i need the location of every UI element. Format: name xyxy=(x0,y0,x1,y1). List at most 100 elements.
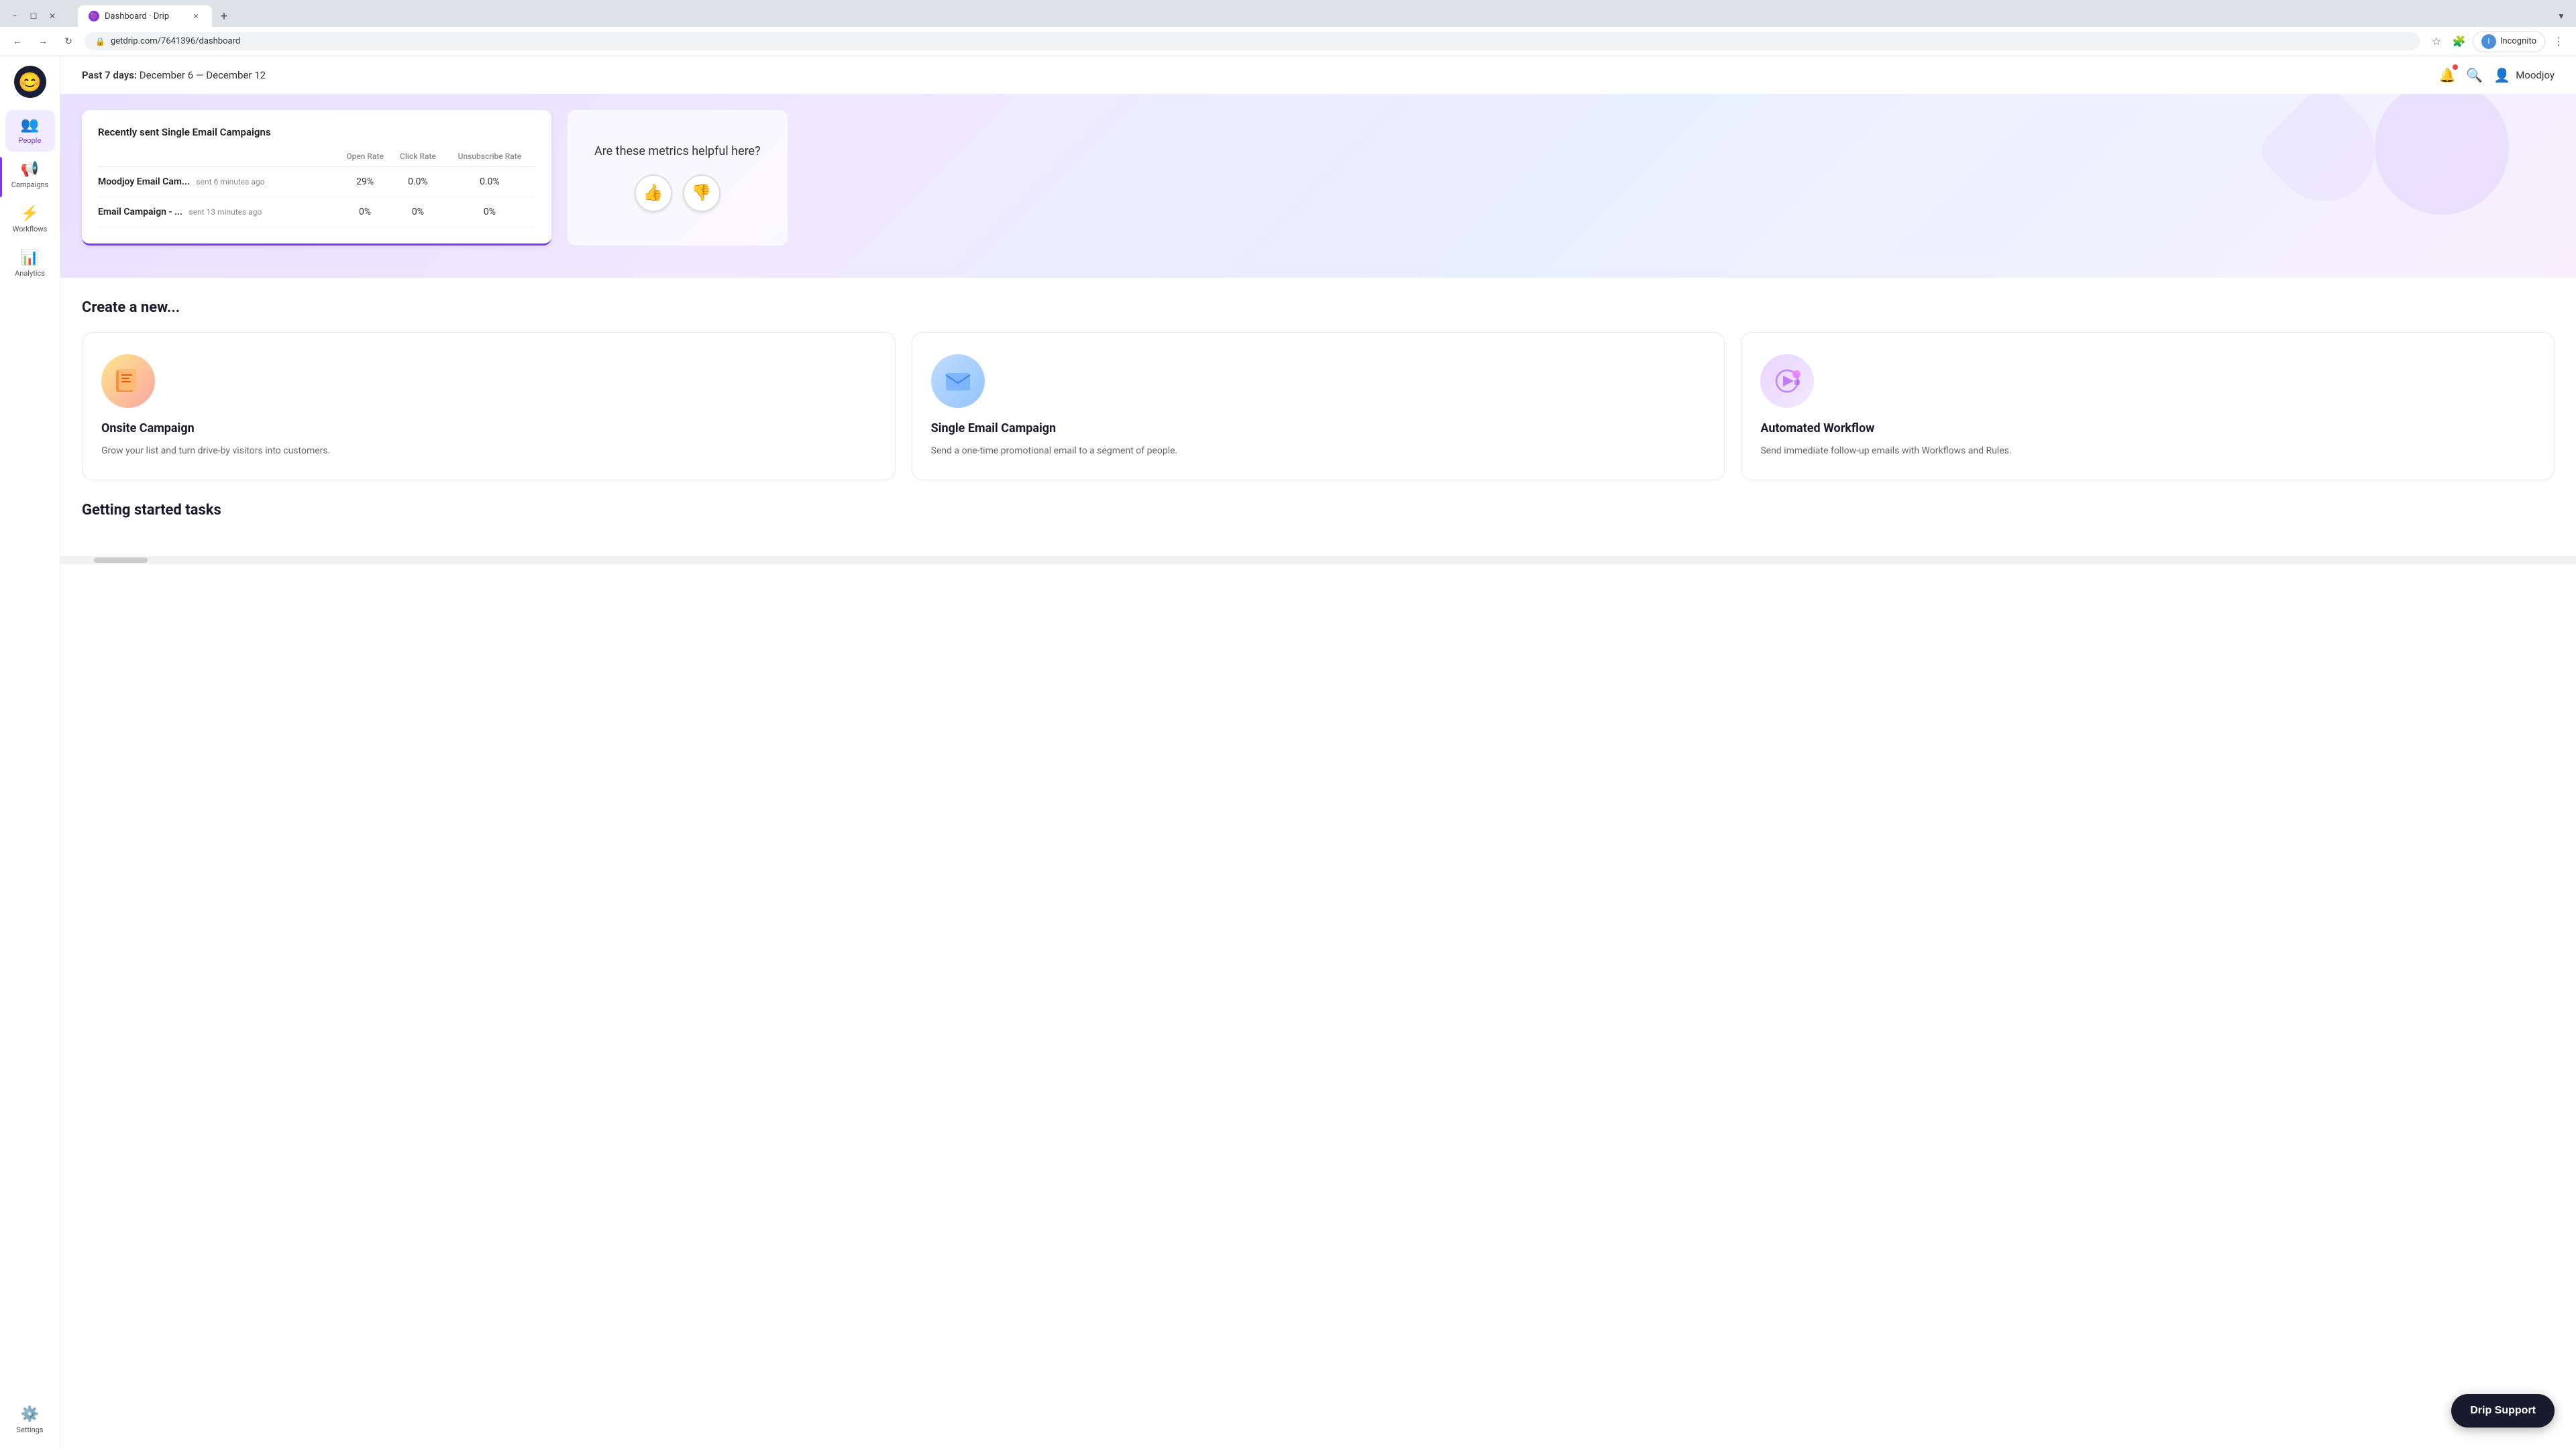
search-button[interactable]: 🔍 xyxy=(2466,67,2483,83)
onsite-title: Onsite Campaign xyxy=(101,421,876,435)
hero-area: Recently sent Single Email Campaigns Ope… xyxy=(60,94,2576,278)
automated-workflow-icon xyxy=(1760,354,1814,408)
top-actions: 🔔 🔍 👤 Moodjoy xyxy=(2438,67,2555,83)
main-content: Past 7 days: December 6 — December 12 🔔 … xyxy=(60,56,2576,1449)
back-button[interactable]: ← xyxy=(8,32,27,51)
open-rate-cell: 0% xyxy=(338,197,392,227)
table-row[interactable]: Moodjoy Email Cam... sent 6 minutes ago … xyxy=(98,167,535,197)
feedback-card: Are these metrics helpful here? 👍 👎 xyxy=(568,110,788,246)
create-card-onsite[interactable]: Onsite Campaign Grow your list and turn … xyxy=(82,332,896,480)
top-bar: Past 7 days: December 6 — December 12 🔔 … xyxy=(60,56,2576,94)
user-menu[interactable]: 👤 Moodjoy xyxy=(2493,67,2555,83)
logo-icon: 😊 xyxy=(14,66,46,98)
table-row[interactable]: Email Campaign - ... sent 13 minutes ago… xyxy=(98,197,535,227)
settings-icon: ⚙️ xyxy=(21,1406,39,1423)
single-email-description: Send a one-time promotional email to a s… xyxy=(931,443,1706,458)
sidebar-item-label-people: People xyxy=(19,136,42,145)
single-email-icon xyxy=(931,354,985,408)
close-button[interactable]: ✕ xyxy=(46,9,59,23)
browser-actions: ☆ 🧩 I Incognito ⋮ xyxy=(2427,31,2568,52)
col-header-click-rate: Click Rate xyxy=(392,152,444,167)
unsub-rate-cell: 0% xyxy=(444,197,535,227)
campaigns-card-title: Recently sent Single Email Campaigns xyxy=(98,126,535,138)
create-card-automated-workflow[interactable]: Automated Workflow Send immediate follow… xyxy=(1741,332,2555,480)
click-rate-cell: 0% xyxy=(392,197,444,227)
notification-button[interactable]: 🔔 xyxy=(2438,67,2455,83)
extensions-button[interactable]: 🧩 xyxy=(2450,32,2469,51)
user-icon: 👤 xyxy=(2493,67,2510,83)
drip-support-button[interactable]: Drip Support xyxy=(2451,1394,2555,1428)
sidebar-item-label-workflows: Workflows xyxy=(13,225,48,233)
address-bar[interactable]: 🔒 getdrip.com/7641396/dashboard xyxy=(85,32,2420,50)
lock-icon: 🔒 xyxy=(95,37,105,46)
menu-button[interactable]: ⋮ xyxy=(2549,32,2568,51)
reload-button[interactable]: ↻ xyxy=(59,32,78,51)
sidebar: 😊 👥 People 📢 Campaigns ⚡ Workflows 📊 Ana… xyxy=(0,56,60,1449)
campaign-name: Email Campaign - ... xyxy=(98,207,182,217)
workflows-icon: ⚡ xyxy=(21,205,39,222)
sidebar-item-settings[interactable]: ⚙️ Settings xyxy=(5,1399,55,1441)
getting-started-section: Getting started tasks xyxy=(60,502,2576,556)
maximize-button[interactable]: ☐ xyxy=(27,9,40,23)
avatar: I xyxy=(2481,34,2496,49)
tab-bar: 🟣 Dashboard · Drip ✕ + xyxy=(70,5,2544,27)
bookmark-button[interactable]: ☆ xyxy=(2427,32,2446,51)
app-container: 😊 👥 People 📢 Campaigns ⚡ Workflows 📊 Ana… xyxy=(0,56,2576,1449)
create-section-title: Create a new... xyxy=(82,299,2555,316)
people-icon: 👥 xyxy=(21,117,39,133)
new-tab-button[interactable]: + xyxy=(215,7,233,25)
sidebar-item-people[interactable]: 👥 People xyxy=(5,110,55,152)
create-card-single-email[interactable]: Single Email Campaign Send a one-time pr… xyxy=(912,332,1725,480)
scroll-thumb[interactable] xyxy=(94,557,148,563)
automated-workflow-description: Send immediate follow-up emails with Wor… xyxy=(1760,443,2535,458)
title-bar: − ☐ ✕ 🟣 Dashboard · Drip ✕ + ▼ xyxy=(0,0,2576,27)
campaigns-icon: 📢 xyxy=(21,161,39,178)
create-section: Create a new... Onsite Campaign Grow you… xyxy=(60,278,2576,502)
campaign-time: sent 13 minutes ago xyxy=(189,207,262,217)
sidebar-item-campaigns[interactable]: 📢 Campaigns xyxy=(5,154,55,196)
logo-emoji: 😊 xyxy=(18,71,42,93)
forward-button[interactable]: → xyxy=(34,32,52,51)
horizontal-scrollbar[interactable] xyxy=(60,556,2576,564)
sidebar-item-label-analytics: Analytics xyxy=(15,269,45,278)
tab-arrow-down[interactable]: ▼ xyxy=(2555,9,2568,23)
minimize-button[interactable]: − xyxy=(8,9,21,23)
col-header-campaign xyxy=(98,152,338,167)
onsite-icon xyxy=(101,354,155,408)
user-name: Moodjoy xyxy=(2516,69,2555,81)
notification-badge xyxy=(2453,64,2458,70)
active-indicator xyxy=(0,157,2,197)
hero-content: Recently sent Single Email Campaigns Ope… xyxy=(82,110,2555,246)
campaign-time: sent 6 minutes ago xyxy=(196,177,264,186)
onsite-description: Grow your list and turn drive-by visitor… xyxy=(101,443,876,458)
sidebar-item-workflows[interactable]: ⚡ Workflows xyxy=(5,199,55,240)
thumbs-up-button[interactable]: 👍 xyxy=(635,174,672,212)
create-cards-row: Onsite Campaign Grow your list and turn … xyxy=(82,332,2555,480)
browser-chrome: − ☐ ✕ 🟣 Dashboard · Drip ✕ + ▼ ← → ↻ 🔒 g… xyxy=(0,0,2576,56)
sidebar-item-analytics[interactable]: 📊 Analytics xyxy=(5,243,55,284)
tab-favicon: 🟣 xyxy=(89,11,99,21)
click-rate-cell: 0.0% xyxy=(392,167,444,197)
thumbs-down-button[interactable]: 👎 xyxy=(683,174,720,212)
campaigns-card: Recently sent Single Email Campaigns Ope… xyxy=(82,110,551,246)
drip-logo[interactable]: 😊 xyxy=(13,64,48,99)
col-header-unsub-rate: Unsubscribe Rate xyxy=(444,152,535,167)
campaign-name: Moodjoy Email Cam... xyxy=(98,176,190,187)
sidebar-item-label-settings: Settings xyxy=(16,1426,43,1434)
unsub-rate-cell: 0.0% xyxy=(444,167,535,197)
tab-title: Dashboard · Drip xyxy=(105,11,169,21)
open-rate-cell: 29% xyxy=(338,167,392,197)
feedback-buttons: 👍 👎 xyxy=(635,174,720,212)
incognito-label: Incognito xyxy=(2500,36,2536,46)
feedback-question: Are these metrics helpful here? xyxy=(594,144,761,158)
active-tab[interactable]: 🟣 Dashboard · Drip ✕ xyxy=(78,5,212,27)
col-header-open-rate: Open Rate xyxy=(338,152,392,167)
tab-close-button[interactable]: ✕ xyxy=(191,11,201,21)
url-text: getdrip.com/7641396/dashboard xyxy=(111,36,240,46)
profile-button[interactable]: I Incognito xyxy=(2473,31,2545,52)
date-range: Past 7 days: December 6 — December 12 xyxy=(82,69,266,81)
automated-workflow-title: Automated Workflow xyxy=(1760,421,2535,435)
date-value: December 6 — December 12 xyxy=(140,69,266,81)
analytics-icon: 📊 xyxy=(21,250,39,266)
getting-started-title: Getting started tasks xyxy=(82,502,2555,519)
